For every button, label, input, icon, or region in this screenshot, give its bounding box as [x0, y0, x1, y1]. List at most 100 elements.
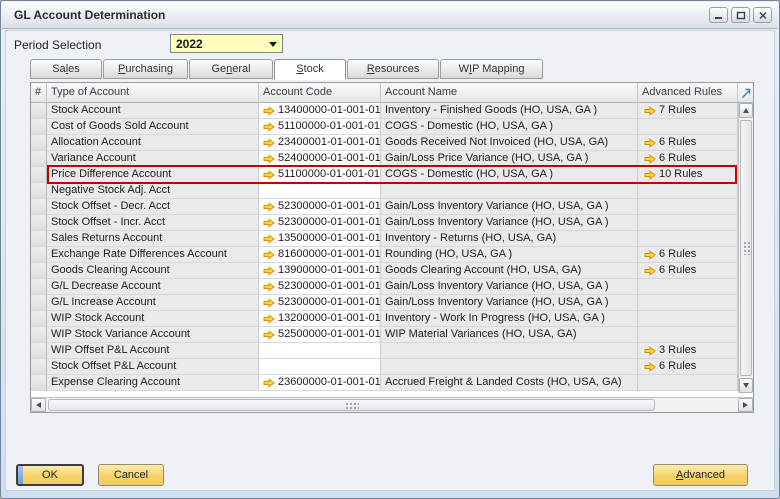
advanced-rules-cell[interactable] [638, 231, 738, 247]
link-arrow-icon[interactable] [263, 122, 275, 132]
row-selector[interactable] [31, 231, 47, 247]
row-selector[interactable] [31, 183, 47, 199]
advanced-rules-cell[interactable]: 6 Rules [638, 151, 738, 167]
tab-purchasing[interactable]: Purchasing [103, 59, 188, 79]
expand-grid-button[interactable] [738, 83, 753, 102]
link-arrow-icon[interactable] [644, 346, 656, 356]
link-arrow-icon[interactable] [644, 250, 656, 260]
title-bar[interactable]: GL Account Determination [2, 2, 778, 29]
vertical-scroll-thumb[interactable] [740, 120, 752, 376]
account-code-cell[interactable]: 52300000-01-001-01 [259, 215, 381, 231]
link-arrow-icon[interactable] [644, 138, 656, 148]
advanced-rules-cell[interactable] [638, 327, 738, 343]
scroll-up-button[interactable] [739, 103, 753, 118]
advanced-rules-cell[interactable] [638, 375, 738, 391]
account-code-cell[interactable]: 13500000-01-001-01 [259, 231, 381, 247]
advanced-button[interactable]: Advanced [653, 464, 748, 486]
advanced-rules-cell[interactable]: 7 Rules [638, 103, 738, 119]
scroll-down-button[interactable] [739, 378, 753, 393]
tab-wip-mapping[interactable]: WIP Mapping [440, 59, 543, 79]
account-code-cell[interactable]: 52500000-01-001-01 [259, 327, 381, 343]
tab-general[interactable]: General [189, 59, 273, 79]
link-arrow-icon[interactable] [644, 106, 656, 116]
vertical-scrollbar[interactable] [738, 103, 753, 393]
advanced-rules-cell[interactable] [638, 311, 738, 327]
row-selector[interactable] [31, 247, 47, 263]
advanced-rules-cell[interactable]: 6 Rules [638, 135, 738, 151]
horizontal-scrollbar[interactable] [31, 397, 753, 412]
account-code-cell[interactable]: 51100000-01-001-01 [259, 119, 381, 135]
scroll-left-button[interactable] [31, 398, 46, 412]
period-selection-dropdown[interactable]: 2022 [170, 34, 283, 53]
advanced-rules-cell[interactable]: 6 Rules [638, 359, 738, 375]
row-selector[interactable] [31, 167, 47, 183]
cancel-button[interactable]: Cancel [98, 464, 164, 486]
row-selector[interactable] [31, 327, 47, 343]
scroll-right-button[interactable] [738, 398, 753, 412]
tab-sales[interactable]: Sales [30, 59, 102, 79]
tab-stock[interactable]: Stock [274, 59, 346, 80]
account-code-cell[interactable]: 52300000-01-001-01 [259, 295, 381, 311]
row-selector[interactable] [31, 311, 47, 327]
link-arrow-icon[interactable] [263, 170, 275, 180]
link-arrow-icon[interactable] [263, 218, 275, 228]
advanced-rules-cell[interactable]: 3 Rules [638, 343, 738, 359]
link-arrow-icon[interactable] [263, 330, 275, 340]
link-arrow-icon[interactable] [263, 282, 275, 292]
link-arrow-icon[interactable] [263, 154, 275, 164]
account-code-cell[interactable]: 13200000-01-001-01 [259, 311, 381, 327]
advanced-rules-cell[interactable] [638, 295, 738, 311]
horizontal-scroll-track[interactable] [47, 398, 737, 412]
row-selector[interactable] [31, 295, 47, 311]
account-code-cell[interactable]: 23400001-01-001-01 [259, 135, 381, 151]
row-selector[interactable] [31, 359, 47, 375]
advanced-rules-cell[interactable]: 10 Rules [638, 167, 738, 183]
link-arrow-icon[interactable] [263, 234, 275, 244]
link-arrow-icon[interactable] [263, 250, 275, 260]
account-code-cell[interactable]: 51100000-01-001-01 [259, 167, 381, 183]
link-arrow-icon[interactable] [644, 266, 656, 276]
row-selector[interactable] [31, 151, 47, 167]
advanced-rules-cell[interactable] [638, 199, 738, 215]
advanced-rules-cell[interactable] [638, 215, 738, 231]
link-arrow-icon[interactable] [263, 378, 275, 388]
link-arrow-icon[interactable] [263, 106, 275, 116]
link-arrow-icon[interactable] [263, 138, 275, 148]
row-selector[interactable] [31, 215, 47, 231]
close-button[interactable] [753, 7, 772, 23]
ok-button[interactable]: OK [16, 464, 84, 486]
account-code-cell[interactable]: 23600000-01-001-01 [259, 375, 381, 391]
minimize-button[interactable] [709, 7, 728, 23]
advanced-rules-cell[interactable] [638, 183, 738, 199]
horizontal-scroll-thumb[interactable] [48, 399, 655, 411]
row-selector[interactable] [31, 199, 47, 215]
link-arrow-icon[interactable] [644, 154, 656, 164]
row-selector[interactable] [31, 103, 47, 119]
account-code-cell[interactable]: 81600000-01-001-01 [259, 247, 381, 263]
account-code-cell[interactable]: 13400000-01-001-01 [259, 103, 381, 119]
row-selector[interactable] [31, 343, 47, 359]
advanced-rules-cell[interactable] [638, 119, 738, 135]
row-selector[interactable] [31, 263, 47, 279]
account-code-cell[interactable]: 52400000-01-001-01 [259, 151, 381, 167]
row-selector[interactable] [31, 135, 47, 151]
link-arrow-icon[interactable] [263, 298, 275, 308]
link-arrow-icon[interactable] [644, 362, 656, 372]
row-selector[interactable] [31, 375, 47, 391]
link-arrow-icon[interactable] [263, 266, 275, 276]
advanced-rules-cell[interactable] [638, 279, 738, 295]
advanced-rules-cell[interactable]: 6 Rules [638, 263, 738, 279]
account-code-cell[interactable] [259, 359, 381, 375]
account-code-cell[interactable] [259, 183, 381, 199]
row-selector[interactable] [31, 119, 47, 135]
row-selector[interactable] [31, 279, 47, 295]
link-arrow-icon[interactable] [644, 170, 656, 180]
account-code-cell[interactable]: 52300000-01-001-01 [259, 279, 381, 295]
advanced-rules-cell[interactable]: 6 Rules [638, 247, 738, 263]
maximize-button[interactable] [731, 7, 750, 23]
link-arrow-icon[interactable] [263, 314, 275, 324]
account-code-cell[interactable] [259, 343, 381, 359]
vertical-scroll-track[interactable] [739, 119, 753, 377]
account-code-cell[interactable]: 13900000-01-001-01 [259, 263, 381, 279]
link-arrow-icon[interactable] [263, 202, 275, 212]
